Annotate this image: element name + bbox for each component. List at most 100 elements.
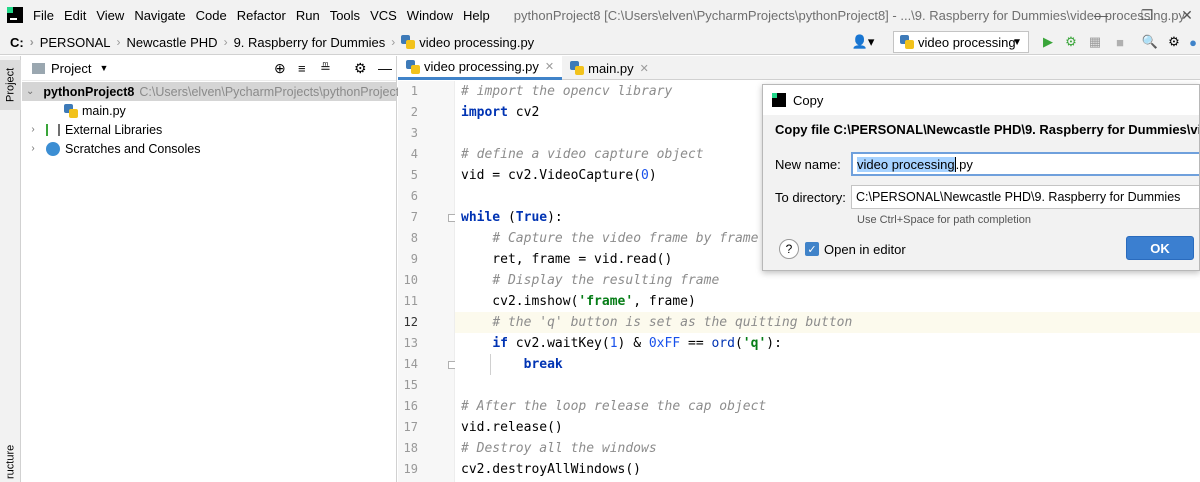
project-panel: Project ▼ ⊕ ≡ ≞ ⚙ — ⌄ pythonProject8 C:\… bbox=[22, 56, 406, 482]
hide-panel-icon[interactable]: — bbox=[378, 60, 392, 76]
scratches-icon bbox=[46, 141, 60, 156]
menu-window[interactable]: Window bbox=[407, 8, 453, 23]
tree-item-scratches[interactable]: › Scratches and Consoles bbox=[22, 139, 201, 158]
close-window-button[interactable]: ✕ bbox=[1164, 0, 1200, 30]
line-number: 19 bbox=[403, 462, 418, 476]
crumb-drive[interactable]: C: › bbox=[10, 35, 34, 50]
project-view-label[interactable]: Project bbox=[51, 61, 91, 76]
menu-file[interactable]: File bbox=[33, 8, 54, 23]
run-icon[interactable]: ▶ bbox=[1040, 34, 1056, 50]
menu-navigate[interactable]: Navigate bbox=[134, 8, 185, 23]
open-in-editor-checkbox[interactable]: ✓ bbox=[805, 242, 819, 256]
crumb-raspberry-label: 9. Raspberry for Dummies bbox=[233, 34, 386, 50]
menu-run[interactable]: Run bbox=[296, 8, 320, 23]
external-libraries-label: External Libraries bbox=[65, 122, 163, 137]
code-line: # Capture the video frame by frame bbox=[492, 231, 759, 246]
line-number-gutter: 1 2 3 4 5 6 7 8 9 10 11 12 13 14 15 16 1… bbox=[398, 81, 456, 482]
chevron-right-icon: › bbox=[31, 143, 35, 154]
pycharm-logo-icon bbox=[7, 7, 23, 23]
chevron-down-icon[interactable]: ▼ bbox=[99, 63, 108, 73]
coverage-icon[interactable]: ▦ bbox=[1087, 34, 1103, 50]
debug-icon[interactable]: ⚙ bbox=[1063, 34, 1079, 50]
python-file-icon bbox=[64, 103, 78, 118]
user-icon[interactable]: 👤▾ bbox=[850, 34, 876, 50]
code-line: if cv2.waitKey(1) & 0xFF == ord('q'): bbox=[492, 336, 782, 351]
dialog-title: Copy bbox=[793, 92, 824, 108]
close-icon[interactable]: ✕ bbox=[640, 62, 649, 75]
tree-item-external-libraries[interactable]: › External Libraries bbox=[22, 120, 162, 139]
tree-item-main-py[interactable]: main.py bbox=[64, 101, 126, 120]
line-number: 13 bbox=[403, 336, 418, 350]
code-line: break bbox=[523, 357, 563, 372]
locate-icon[interactable]: ⊕ bbox=[274, 60, 286, 77]
tree-item-project-root[interactable]: ⌄ pythonProject8 C:\Users\elven\PycharmP… bbox=[22, 82, 406, 101]
chevron-right-icon: › bbox=[29, 35, 34, 49]
collapse-all-icon[interactable]: ≞ bbox=[320, 60, 331, 76]
gear-icon[interactable]: ⚙ bbox=[354, 60, 367, 77]
line-number: 3 bbox=[410, 126, 418, 140]
tab-main-py[interactable]: main.py ✕ bbox=[562, 56, 657, 80]
menu-tools[interactable]: Tools bbox=[330, 8, 360, 23]
new-name-extension: .py bbox=[955, 156, 973, 172]
python-file-icon bbox=[900, 35, 914, 49]
path-completion-hint: Use Ctrl+Space for path completion bbox=[857, 214, 1031, 226]
main-py-label: main.py bbox=[82, 103, 126, 118]
menu-vcs[interactable]: VCS bbox=[370, 8, 397, 23]
code-line: cv2.destroyAllWindows() bbox=[461, 462, 642, 477]
crumb-newcastle-phd[interactable]: Newcastle PHD › bbox=[127, 35, 228, 50]
line-number: 9 bbox=[410, 252, 418, 266]
chevron-down-icon: ⌄ bbox=[26, 86, 35, 97]
minimize-button[interactable]: — bbox=[1078, 0, 1124, 30]
project-root-path: C:\Users\elven\PycharmProjects\pythonPro… bbox=[139, 84, 407, 99]
structure-tool-label: ructure bbox=[4, 444, 17, 480]
line-number: 4 bbox=[410, 147, 418, 161]
menu-bar: File Edit View Navigate Code Refactor Ru… bbox=[0, 0, 1200, 30]
to-directory-input[interactable]: C:\PERSONAL\Newcastle PHD\9. Raspberry f… bbox=[851, 185, 1199, 209]
python-file-icon bbox=[570, 61, 585, 75]
search-icon[interactable]: 🔍 bbox=[1142, 34, 1158, 50]
menu-code[interactable]: Code bbox=[196, 8, 227, 23]
chevron-right-icon: › bbox=[391, 35, 396, 49]
code-line: # Destroy all the windows bbox=[461, 441, 657, 456]
python-file-icon bbox=[406, 59, 420, 74]
to-directory-label: To directory: bbox=[775, 190, 846, 205]
line-number: 6 bbox=[410, 189, 418, 203]
code-line: vid.release() bbox=[461, 420, 563, 435]
line-number: 10 bbox=[403, 273, 418, 287]
crumb-file[interactable]: video processing.py bbox=[401, 35, 534, 50]
help-button[interactable]: ? bbox=[779, 239, 799, 259]
run-config-select[interactable]: video processing ▼ bbox=[893, 31, 1029, 53]
tab-video-processing-label: video processing.py bbox=[424, 59, 539, 74]
ok-button[interactable]: OK bbox=[1126, 236, 1194, 260]
menu-edit[interactable]: Edit bbox=[64, 8, 86, 23]
chevron-right-icon: › bbox=[116, 35, 121, 49]
scratches-label: Scratches and Consoles bbox=[65, 141, 201, 156]
new-name-selected: video processing bbox=[857, 156, 955, 172]
menu-help[interactable]: Help bbox=[463, 8, 490, 23]
project-panel-header: Project ▼ ⊕ ≡ ≞ ⚙ — bbox=[22, 56, 396, 81]
ide-updates-icon[interactable]: ● bbox=[1187, 34, 1199, 50]
chevron-right-icon: › bbox=[223, 35, 228, 49]
new-name-input[interactable]: video processing .py bbox=[851, 152, 1199, 176]
close-icon[interactable]: ✕ bbox=[545, 60, 554, 73]
project-tool-tab[interactable]: Project bbox=[0, 60, 21, 110]
menu-refactor[interactable]: Refactor bbox=[237, 8, 286, 23]
code-line: # define a video capture object bbox=[461, 147, 704, 162]
structure-tool-tab[interactable]: ructure bbox=[0, 442, 21, 482]
line-number: 7 bbox=[410, 210, 418, 224]
to-directory-value: C:\PERSONAL\Newcastle PHD\9. Raspberry f… bbox=[856, 190, 1181, 204]
project-view-icon bbox=[32, 62, 45, 74]
crumb-raspberry[interactable]: 9. Raspberry for Dummies › bbox=[234, 35, 396, 50]
tab-video-processing[interactable]: video processing.py ✕ bbox=[398, 56, 563, 80]
stop-icon[interactable]: ■ bbox=[1112, 34, 1128, 50]
expand-all-icon[interactable]: ≡ bbox=[298, 61, 306, 76]
settings-icon[interactable]: ⚙ bbox=[1166, 34, 1182, 50]
crumb-personal[interactable]: PERSONAL › bbox=[40, 35, 121, 50]
project-tool-label: Project bbox=[4, 67, 17, 103]
line-number: 14 bbox=[403, 357, 418, 371]
chevron-right-icon: › bbox=[31, 124, 35, 135]
ok-button-label: OK bbox=[1150, 240, 1170, 256]
library-icon bbox=[46, 123, 60, 136]
open-in-editor-label[interactable]: Open in editor bbox=[824, 242, 906, 257]
menu-view[interactable]: View bbox=[96, 8, 124, 23]
